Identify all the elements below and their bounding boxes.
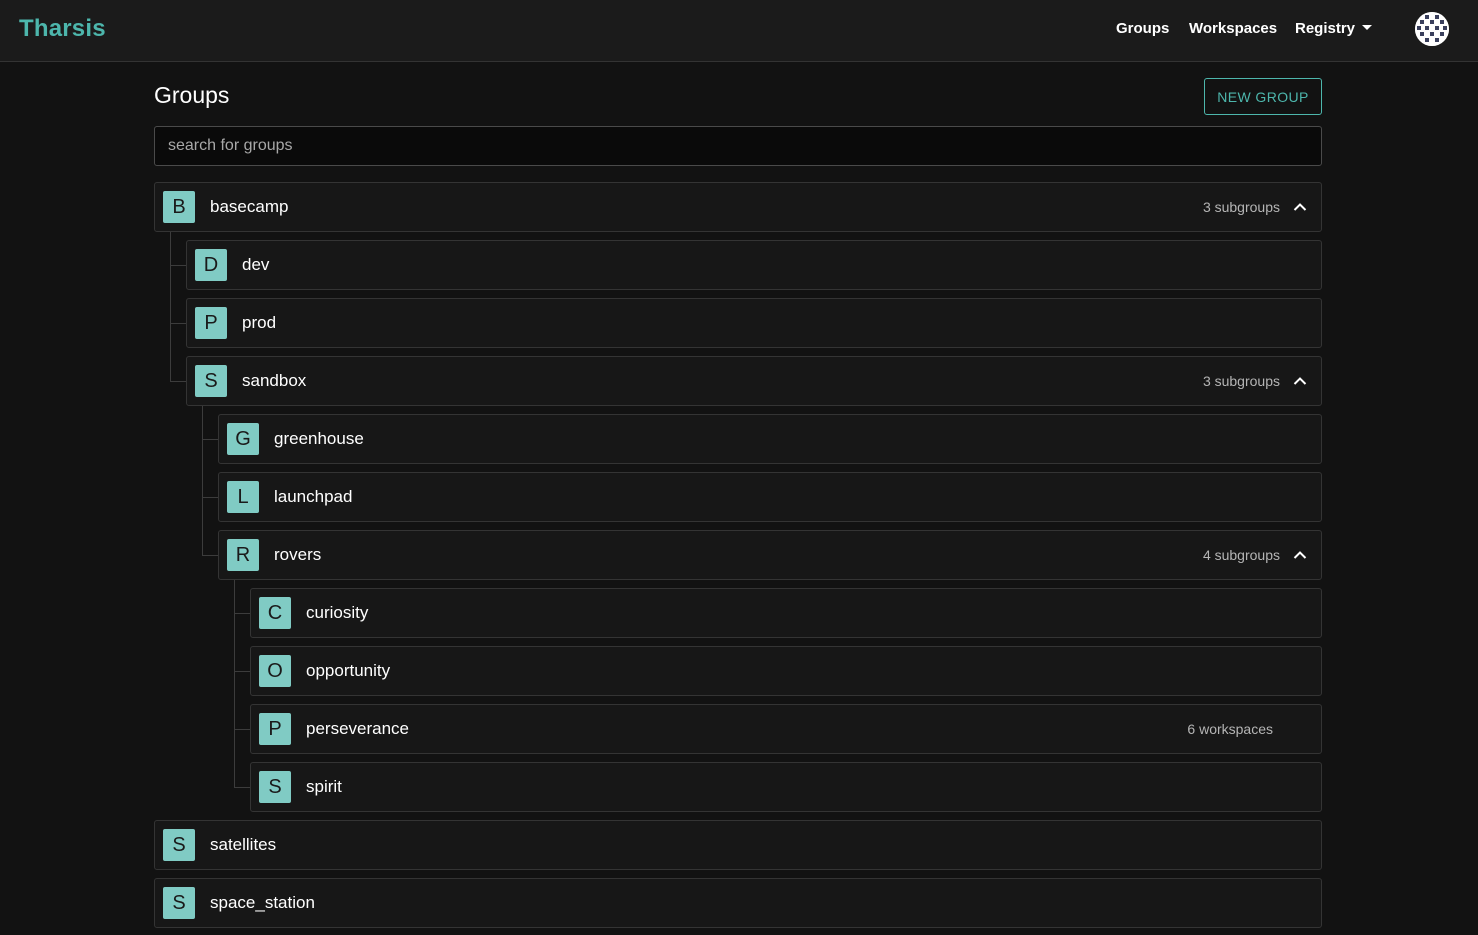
group-name: prod (242, 313, 277, 332)
group-name: opportunity (306, 661, 391, 680)
chevron-up-icon[interactable] (1292, 199, 1308, 215)
group-avatar: O (259, 655, 291, 687)
group-avatar: S (259, 771, 291, 803)
tree-connector (234, 580, 235, 788)
nav-registry-label: Registry (1295, 20, 1356, 37)
nav-workspaces-link[interactable]: Workspaces (1189, 20, 1277, 37)
group-avatar: C (259, 597, 291, 629)
tree-connector (170, 323, 186, 324)
caret-down-icon (1362, 24, 1373, 30)
group-row-prod[interactable]: P prod (186, 298, 1322, 348)
nav-registry-menu[interactable]: Registry (1295, 20, 1373, 37)
group-row-space-station[interactable]: S space_station (154, 878, 1322, 928)
tree-connector (170, 232, 171, 382)
group-row-greenhouse[interactable]: G greenhouse (218, 414, 1322, 464)
group-name: space_station (210, 893, 315, 912)
group-avatar: S (195, 365, 227, 397)
group-avatar: L (227, 481, 259, 513)
brand-logo[interactable]: Tharsis (19, 15, 106, 43)
group-row-curiosity[interactable]: C curiosity (250, 588, 1322, 638)
group-avatar: B (163, 191, 195, 223)
group-avatar: P (259, 713, 291, 745)
tree-connector (170, 381, 186, 382)
group-name: curiosity (306, 603, 369, 622)
group-row-rovers[interactable]: R rovers 4 subgroups (218, 530, 1322, 580)
group-row-basecamp[interactable]: B basecamp 3 subgroups (154, 182, 1322, 232)
nav-groups-link[interactable]: Groups (1116, 20, 1169, 37)
top-navigation-bar: Tharsis Groups Workspaces Registry (0, 0, 1478, 62)
group-row-sandbox[interactable]: S sandbox 3 subgroups (186, 356, 1322, 406)
search-input[interactable] (154, 126, 1322, 166)
group-name: perseverance (306, 719, 410, 738)
tree-connector (202, 406, 203, 556)
tree-connector (234, 729, 250, 730)
group-name: spirit (306, 777, 342, 796)
subgroup-count: 4 subgroups (1202, 547, 1280, 563)
chevron-up-icon[interactable] (1292, 373, 1308, 389)
group-avatar: R (227, 539, 259, 571)
group-name: launchpad (274, 487, 353, 506)
group-row-spirit[interactable]: S spirit (250, 762, 1322, 812)
page-title: Groups (154, 82, 230, 108)
new-group-button[interactable]: NEW GROUP (1204, 78, 1322, 115)
group-name: dev (242, 255, 270, 274)
group-avatar: G (227, 423, 259, 455)
group-name: sandbox (242, 371, 307, 390)
group-avatar: S (163, 829, 195, 861)
workspace-count: 6 workspaces (1187, 721, 1273, 737)
group-row-perseverance[interactable]: P perseverance 6 workspaces (250, 704, 1322, 754)
group-name: satellites (210, 835, 277, 854)
group-row-satellites[interactable]: S satellites (154, 820, 1322, 870)
tree-connector (202, 555, 218, 556)
group-name: basecamp (210, 197, 289, 216)
group-avatar: D (195, 249, 227, 281)
group-name: rovers (274, 545, 322, 564)
tree-connector (234, 671, 250, 672)
tree-connector (202, 439, 218, 440)
group-avatar: S (163, 887, 195, 919)
chevron-up-icon[interactable] (1292, 547, 1308, 563)
group-row-launchpad[interactable]: L launchpad (218, 472, 1322, 522)
group-row-dev[interactable]: D dev (186, 240, 1322, 290)
avatar-icon[interactable] (1415, 12, 1449, 46)
tree-connector (234, 787, 250, 788)
tree-connector (202, 497, 218, 498)
group-name: greenhouse (274, 429, 364, 448)
tree-connector (234, 613, 250, 614)
tree-connector (170, 265, 186, 266)
group-row-opportunity[interactable]: O opportunity (250, 646, 1322, 696)
subgroup-count: 3 subgroups (1202, 373, 1280, 389)
group-avatar: P (195, 307, 227, 339)
subgroup-count: 3 subgroups (1202, 199, 1280, 215)
